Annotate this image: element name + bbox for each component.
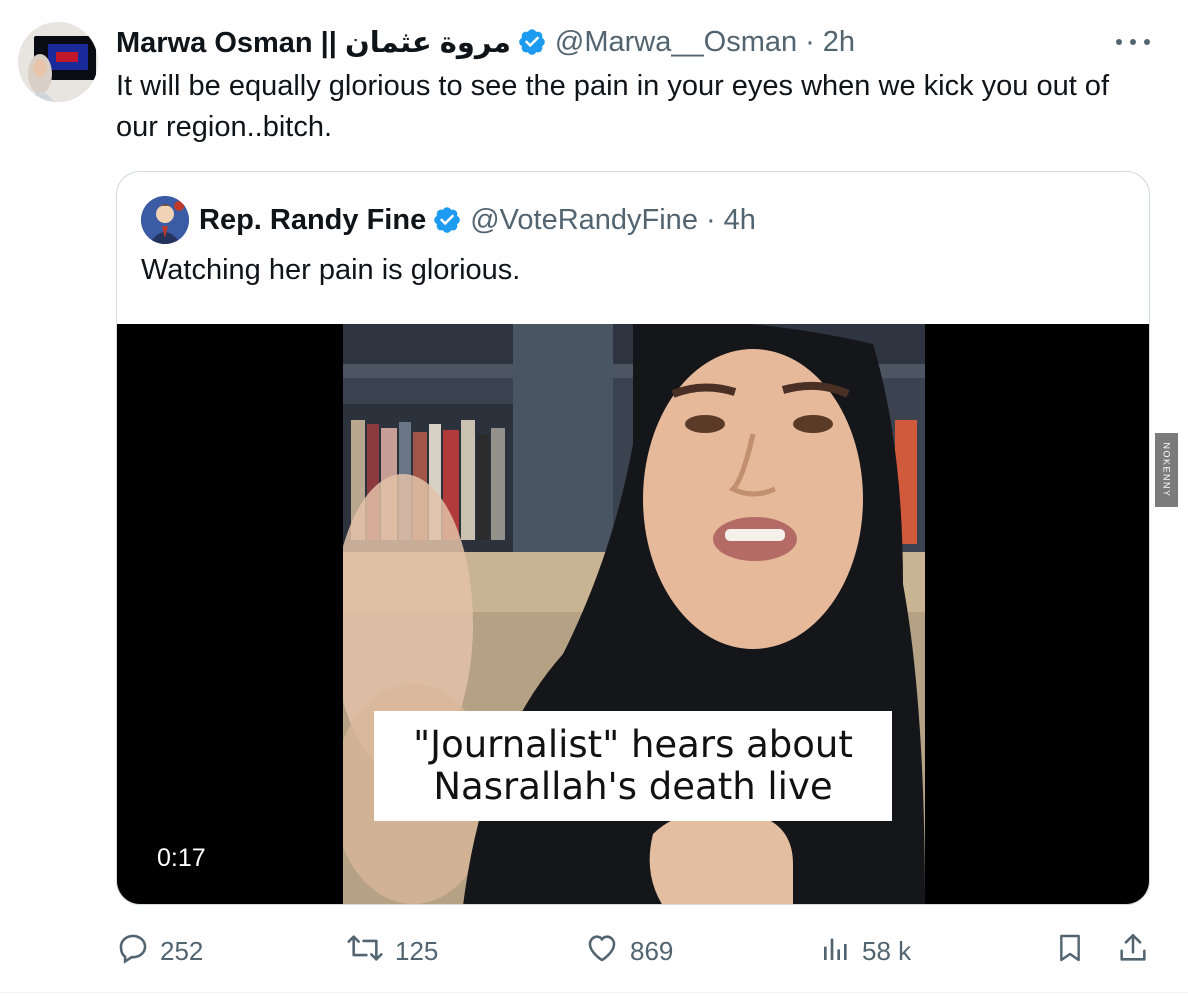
watermark-tag: NOKENNY (1155, 433, 1178, 507)
watermark-text: NOKENNY (1161, 442, 1172, 498)
repost-icon (345, 931, 385, 972)
share-icon (1116, 930, 1150, 973)
video-player[interactable]: "Journalist" hears about Nasrallah's dea… (117, 324, 1149, 904)
views-icon (820, 931, 852, 972)
caption-line-2: Nasrallah's death live (433, 765, 833, 808)
video-caption: "Journalist" hears about Nasrallah's dea… (374, 711, 892, 821)
quoted-text: Watching her pain is glorious. (141, 254, 521, 286)
views-button[interactable]: 58 k (820, 930, 911, 972)
heart-icon (584, 931, 620, 972)
quoted-author-avatar[interactable] (141, 196, 189, 244)
divider (0, 992, 1188, 993)
views-count: 58 k (862, 935, 912, 966)
quoted-author-handle[interactable]: @VoteRandyFine (470, 204, 698, 237)
tweet-time[interactable]: 2h (823, 26, 855, 59)
more-horizontal-icon[interactable] (1116, 30, 1150, 54)
like-button[interactable]: 869 (584, 930, 673, 972)
verified-badge-icon (517, 27, 547, 57)
quoted-author-name[interactable]: Rep. Randy Fine (199, 204, 426, 237)
like-count: 869 (630, 935, 674, 966)
bookmark-icon (1054, 930, 1086, 973)
quoted-header: Rep. Randy Fine @VoteRandyFine · 4h (199, 200, 756, 240)
caption-line-1: "Journalist" hears about (413, 723, 853, 766)
separator-dot: · (805, 25, 815, 58)
author-name[interactable]: Marwa Osman || مروة عثمان (116, 25, 511, 60)
author-handle[interactable]: @Marwa__Osman (555, 26, 797, 59)
video-thumbnail: "Journalist" hears about Nasrallah's dea… (343, 324, 925, 904)
quoted-tweet[interactable]: Rep. Randy Fine @VoteRandyFine · 4h Watc… (116, 171, 1150, 905)
repost-count: 125 (395, 935, 439, 966)
tweet-text: It will be equally glorious to see the p… (116, 70, 1109, 143)
separator-dot: · (705, 203, 716, 236)
author-avatar[interactable] (18, 22, 98, 102)
bookmark-button[interactable] (1054, 930, 1086, 972)
tweet-header: Marwa Osman || مروة عثمان @Marwa__Osman … (116, 22, 855, 62)
share-button[interactable] (1116, 930, 1150, 972)
quoted-time[interactable]: 4h (724, 204, 756, 237)
reply-count: 252 (160, 935, 204, 966)
reply-button[interactable]: 252 (116, 930, 203, 972)
video-duration: 0:17 (157, 844, 206, 872)
verified-badge-icon (432, 205, 462, 235)
reply-icon (116, 931, 150, 972)
repost-button[interactable]: 125 (345, 930, 438, 972)
